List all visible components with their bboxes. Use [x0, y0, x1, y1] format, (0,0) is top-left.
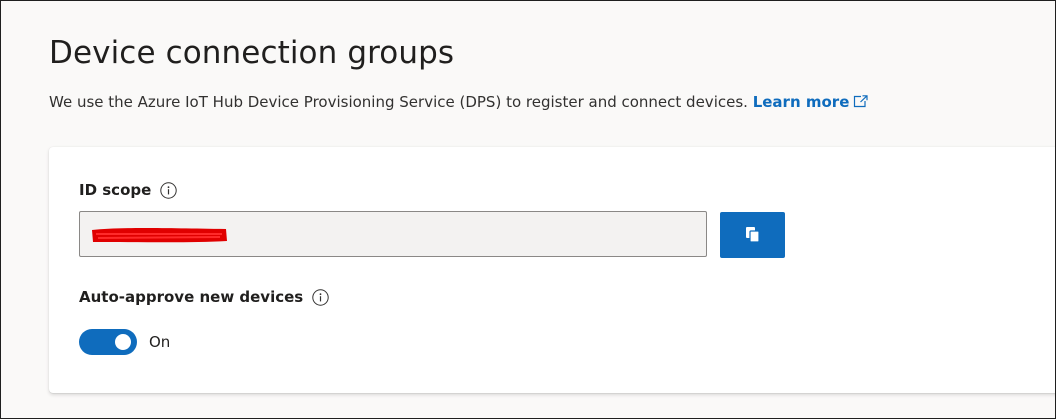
device-connection-groups-panel: Device connection groups We use the Azur… [0, 0, 1056, 419]
info-icon[interactable] [312, 288, 329, 306]
page-description: We use the Azure IoT Hub Device Provisio… [49, 93, 868, 111]
toggle-knob [115, 334, 131, 350]
auto-approve-toggle-row: On [79, 329, 170, 355]
description-text: We use the Azure IoT Hub Device Provisio… [49, 93, 748, 111]
auto-approve-label-text: Auto-approve new devices [79, 288, 304, 306]
info-icon[interactable] [160, 181, 177, 199]
learn-more-label: Learn more [752, 93, 850, 111]
page-title: Device connection groups [49, 35, 455, 71]
copy-icon [745, 227, 760, 243]
copy-button[interactable] [720, 212, 785, 258]
learn-more-link[interactable]: Learn more [753, 93, 869, 111]
id-scope-label-text: ID scope [79, 181, 152, 199]
id-scope-field[interactable] [79, 211, 707, 257]
external-link-icon [854, 95, 868, 108]
auto-approve-toggle[interactable] [79, 329, 137, 355]
redaction-mark [92, 228, 227, 243]
id-scope-label: ID scope [79, 181, 177, 199]
toggle-state-label: On [149, 333, 171, 351]
settings-card: ID scope Auto-approve new devices On [49, 147, 1055, 393]
auto-approve-label: Auto-approve new devices [79, 288, 329, 306]
